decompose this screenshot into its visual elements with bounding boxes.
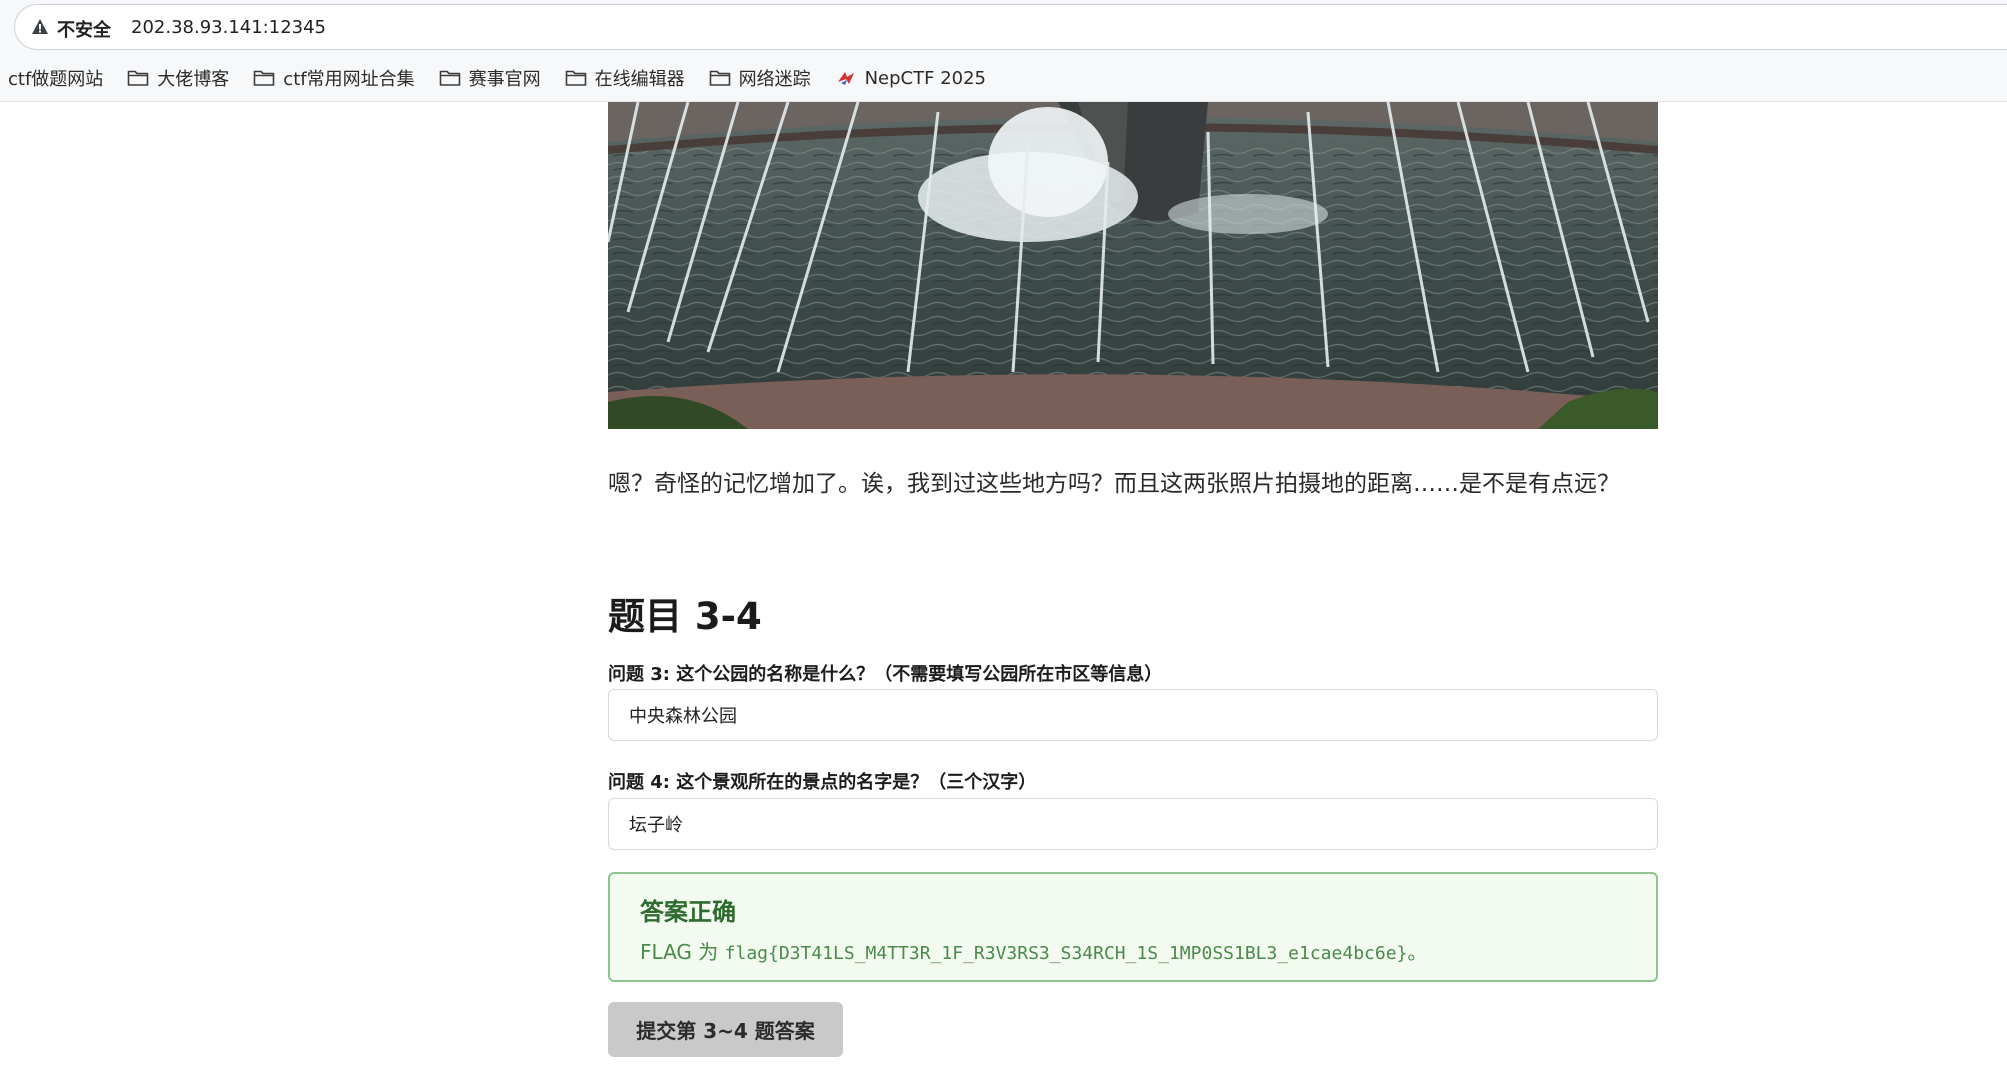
- fountain-image: [608, 102, 1658, 429]
- section-title: 题目 3-4: [608, 595, 762, 638]
- fountain-photo: [608, 102, 1658, 429]
- bookmark-label: 大佬博客: [157, 69, 230, 90]
- bookmark-label: 在线编辑器: [594, 69, 685, 90]
- question-3-label: 问题 3: 这个公园的名称是什么？（不需要填写公园所在市区等信息）: [608, 664, 1163, 685]
- bookmark-label: 网络迷踪: [738, 69, 811, 90]
- question-4-label: 问题 4: 这个景观所在的景点的名字是？（三个汉字）: [608, 772, 1037, 793]
- warning-icon[interactable]: [31, 18, 49, 36]
- bookmark-blogs[interactable]: 大佬博客: [127, 65, 229, 91]
- folder-icon: [253, 70, 275, 86]
- question-4-input[interactable]: 坛子岭: [608, 798, 1658, 850]
- flag-suffix: 。: [1407, 940, 1428, 964]
- bookmark-ctf-sites[interactable]: ctf做题网站: [0, 65, 103, 91]
- bookmark-label: ctf做题网站: [8, 69, 104, 90]
- description-text: 嗯？奇怪的记忆增加了。诶，我到过这些地方吗？而且这两张照片拍摄地的距离……是不是…: [608, 471, 1620, 497]
- bookmark-label: 赛事官网: [468, 69, 541, 90]
- bookmark-label: ctf常用网址合集: [283, 69, 415, 90]
- folder-icon: [127, 70, 149, 86]
- bookmark-label: NepCTF 2025: [864, 67, 987, 89]
- flag-value: flag{D3T41LS_M4TT3R_1F_R3V3RS3_S34RCH_1S…: [724, 943, 1408, 964]
- folder-icon: [709, 70, 730, 86]
- nepctf-favicon-icon: [837, 72, 854, 85]
- bookmark-online-editor[interactable]: 在线编辑器: [565, 65, 685, 91]
- folder-icon: [439, 70, 460, 86]
- folder-icon: [565, 70, 586, 86]
- question-3-input[interactable]: 中央森林公园: [608, 689, 1658, 741]
- result-text: FLAG 为 flag{D3T41LS_M4TT3R_1F_R3V3RS3_S3…: [640, 936, 1427, 965]
- security-label[interactable]: 不安全: [57, 16, 111, 42]
- result-box: 答案正确 FLAG 为 flag{D3T41LS_M4TT3R_1F_R3V3R…: [608, 872, 1658, 982]
- flag-prefix: FLAG 为: [640, 940, 725, 964]
- address-bar[interactable]: 不安全 202.38.93.141:12345: [14, 4, 2007, 50]
- bookmarks-bar: ctf做题网站 大佬博客 ctf常用网址合集 赛事官网 在线编辑器 网络迷踪 N…: [0, 60, 1010, 96]
- submit-answers-button[interactable]: 提交第 3~4 题答案: [608, 1002, 843, 1057]
- result-title: 答案正确: [640, 898, 736, 926]
- bookmark-nepctf[interactable]: NepCTF 2025: [835, 68, 986, 89]
- bookmark-ctf-links[interactable]: ctf常用网址合集: [253, 65, 415, 91]
- bookmark-contest-sites[interactable]: 赛事官网: [439, 65, 541, 91]
- bookmark-osint[interactable]: 网络迷踪: [709, 65, 811, 91]
- browser-chrome: 不安全 202.38.93.141:12345 ctf做题网站 大佬博客 ctf…: [0, 0, 2007, 102]
- question-4-value: 坛子岭: [629, 815, 683, 836]
- question-3-value: 中央森林公园: [629, 706, 737, 727]
- url-text[interactable]: 202.38.93.141:12345: [131, 17, 326, 38]
